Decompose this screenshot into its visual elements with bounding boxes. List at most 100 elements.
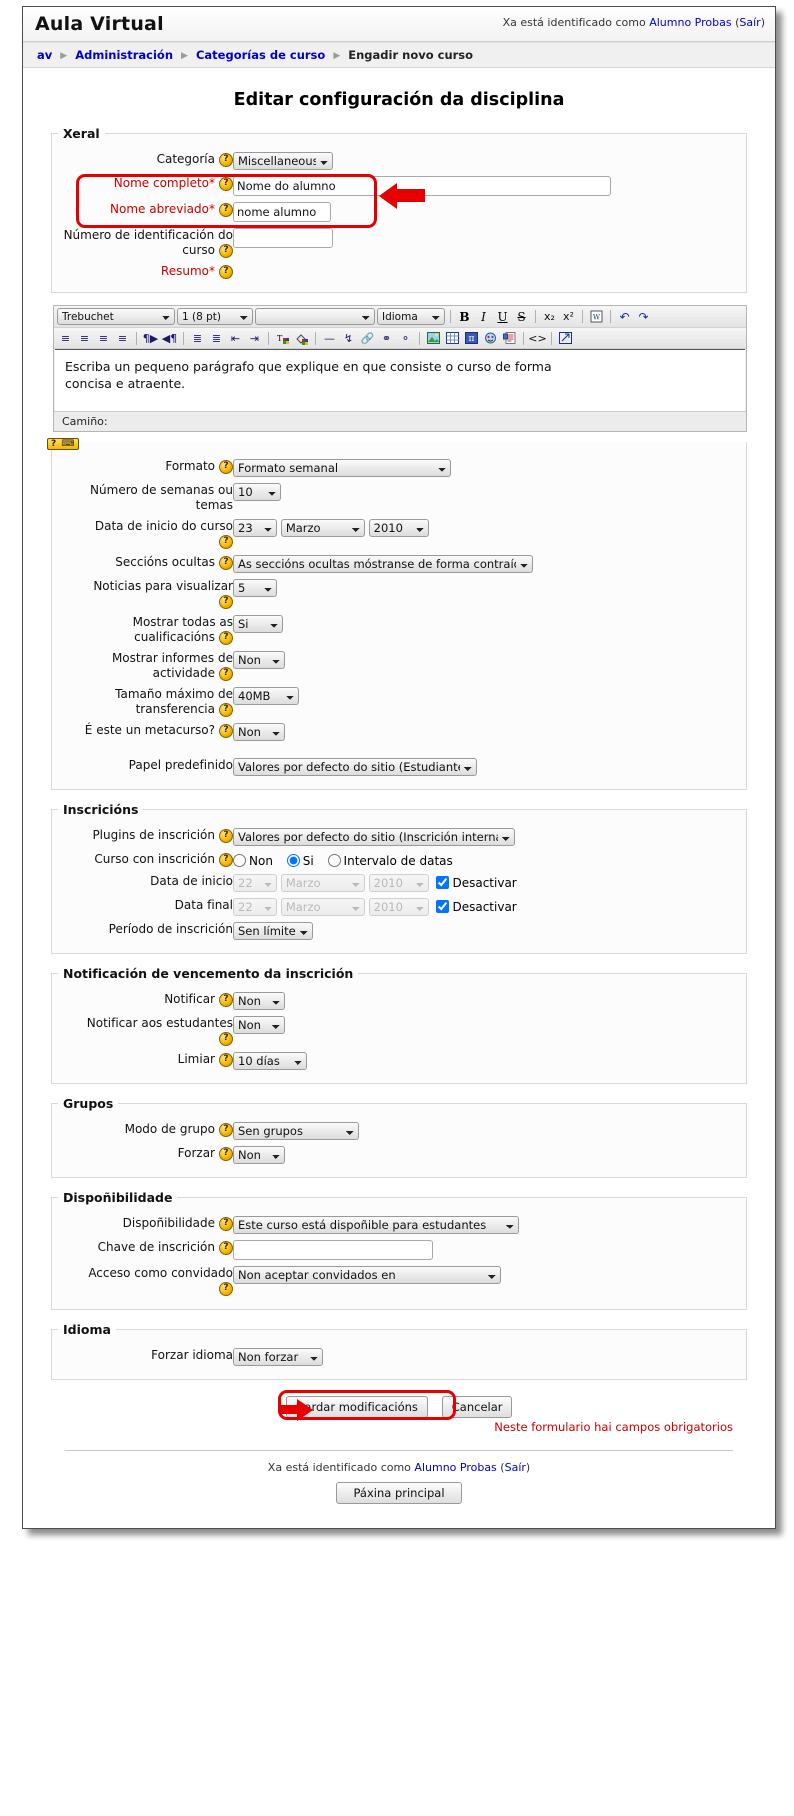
select-modo-grupo[interactable]: Sen grupos — [233, 1122, 359, 1140]
help-icon[interactable]: ? — [219, 1146, 233, 1161]
help-icon[interactable]: ? — [219, 202, 233, 217]
background-color-icon[interactable] — [293, 330, 310, 346]
help-icon[interactable]: ? — [219, 264, 233, 279]
font-color-icon[interactable]: T — [274, 330, 291, 346]
input-nome-completo[interactable] — [233, 176, 611, 196]
footer-logout-link[interactable]: Saír — [505, 1461, 526, 1474]
underline-icon[interactable]: U — [494, 309, 511, 325]
select-limiar[interactable]: 10 días — [233, 1052, 307, 1070]
superscript-icon[interactable]: x² — [560, 309, 577, 325]
help-icon[interactable]: ? — [219, 243, 233, 258]
summary-textarea[interactable]: Escriba un pequeno parágrafo que expliqu… — [55, 349, 745, 411]
select-forzar-grupo[interactable]: Non — [233, 1146, 285, 1164]
direction-rtl-icon[interactable]: ◀¶ — [161, 330, 178, 346]
select-formato[interactable]: Formato semanal — [233, 459, 451, 477]
user-profile-link[interactable]: Alumno Probas — [649, 16, 731, 29]
select-noticias[interactable]: 5 — [233, 579, 277, 597]
input-chave-inscricion[interactable] — [233, 1240, 433, 1260]
select-forzar-idioma[interactable]: Non forzar — [233, 1348, 323, 1366]
select-plugins-inscricion[interactable]: Valores por defecto do sitio (Inscrición… — [233, 828, 515, 846]
select-disponibilidade[interactable]: Este curso está dispoñible para estudant… — [233, 1216, 519, 1234]
align-justify-icon[interactable]: ≡ — [114, 330, 131, 346]
radio-label-si[interactable]: Si — [286, 854, 314, 868]
help-icon[interactable]: ? — [219, 992, 233, 1007]
select-font-family[interactable]: Trebuchet — [57, 308, 175, 325]
select-acceso-convidado[interactable]: Non aceptar convidados en — [233, 1266, 501, 1284]
select-cualificacions[interactable]: Si — [233, 615, 283, 633]
bold-icon[interactable]: B — [456, 309, 473, 325]
select-font-size[interactable]: 1 (8 pt) — [177, 308, 253, 325]
align-center-icon[interactable]: ≡ — [76, 330, 93, 346]
home-button[interactable]: Páxina principal — [336, 1482, 462, 1504]
help-icon[interactable]: ? — [219, 1122, 233, 1137]
help-icon[interactable]: ? — [219, 666, 233, 681]
breadcrumb-item-av[interactable]: av — [37, 48, 52, 62]
help-icon[interactable]: ? — [219, 534, 233, 549]
strikethrough-icon[interactable]: S — [513, 309, 530, 325]
insert-link-icon[interactable]: 🔗 — [359, 330, 376, 346]
select-metacurso[interactable]: Non — [233, 723, 285, 741]
breadcrumb-item-categorias[interactable]: Categorías de curso — [196, 48, 325, 62]
help-icon[interactable]: ? — [219, 1031, 233, 1046]
direction-ltr-icon[interactable]: ¶▶ — [142, 330, 159, 346]
save-button[interactable]: Gardar modificacións — [285, 1396, 428, 1418]
select-format-block[interactable] — [255, 308, 375, 325]
help-icon[interactable]: ? — [219, 1281, 233, 1296]
insert-formula-icon[interactable]: π — [463, 330, 480, 346]
help-icon[interactable]: ? — [219, 594, 233, 609]
align-left-icon[interactable]: ≡ — [57, 330, 74, 346]
insert-table-icon[interactable] — [444, 330, 461, 346]
help-icon[interactable]: ? — [219, 1052, 233, 1067]
undo-icon[interactable]: ↶ — [616, 309, 633, 325]
help-icon[interactable]: ? — [219, 555, 233, 570]
subscript-icon[interactable]: x₂ — [541, 309, 558, 325]
select-seccions-ocultas[interactable]: As seccións ocultas móstranse de forma c… — [233, 555, 533, 573]
align-right-icon[interactable]: ≡ — [95, 330, 112, 346]
select-insc-final-ano[interactable]: 2010 — [368, 898, 429, 916]
checkbox-label-desactivar-inicio[interactable]: Desactivar — [436, 876, 517, 890]
fullscreen-icon[interactable] — [557, 330, 574, 346]
horizontal-rule-icon[interactable]: — — [321, 330, 338, 346]
checkbox-desactivar-final[interactable] — [436, 900, 450, 913]
insert-file-icon[interactable] — [501, 330, 518, 346]
view-html-source-icon[interactable]: <> — [528, 330, 546, 346]
radio-si[interactable] — [286, 854, 300, 867]
help-icon[interactable]: ? — [219, 1216, 233, 1231]
help-icon[interactable]: ? — [219, 176, 233, 191]
checkbox-desactivar-inicio[interactable] — [436, 876, 450, 889]
radio-label-intervalo[interactable]: Intervalo de datas — [327, 854, 453, 868]
help-icon[interactable]: ? — [219, 152, 233, 167]
select-curso-mes[interactable]: Marzo — [280, 519, 365, 537]
footer-user-link[interactable]: Alumno Probas — [414, 1461, 496, 1474]
unordered-list-icon[interactable]: ≣ — [208, 330, 225, 346]
input-numero-id[interactable] — [233, 228, 333, 248]
anchor-icon[interactable]: ↯ — [340, 330, 357, 346]
input-nome-abreviado[interactable] — [233, 202, 331, 222]
breadcrumb-item-administracion[interactable]: Administración — [75, 48, 173, 62]
insert-image-icon[interactable] — [425, 330, 442, 346]
help-icon[interactable]: ? — [219, 702, 233, 717]
remove-link-icon[interactable]: ⚬ — [397, 330, 414, 346]
help-icon[interactable]: ? — [219, 459, 233, 474]
select-notificar[interactable]: Non — [233, 992, 285, 1010]
select-notificar-estudantes[interactable]: Non — [233, 1016, 285, 1034]
outdent-icon[interactable]: ⇤ — [227, 330, 244, 346]
select-tamano-maximo[interactable]: 40MB — [233, 687, 299, 705]
redo-icon[interactable]: ↷ — [635, 309, 652, 325]
checkbox-label-desactivar-final[interactable]: Desactivar — [436, 900, 517, 914]
select-language[interactable]: Idioma — [377, 308, 445, 325]
unlink-icon[interactable]: ⚭ — [378, 330, 395, 346]
help-icon[interactable]: ? — [219, 630, 233, 645]
cancel-button[interactable]: Cancelar — [441, 1396, 513, 1418]
keyboard-help-icon[interactable]: ? ⌨ — [47, 438, 80, 450]
select-papel-predefinido[interactable]: Valores por defecto do sitio (Estudiante… — [233, 758, 477, 776]
select-curso-dia[interactable]: 23 — [233, 519, 277, 537]
select-informes[interactable]: Non — [233, 651, 285, 669]
select-insc-final-mes[interactable]: Marzo — [280, 898, 365, 916]
select-insc-final-dia[interactable]: 22 — [233, 898, 277, 916]
radio-non[interactable] — [233, 854, 246, 867]
help-icon[interactable]: ? — [219, 852, 233, 867]
help-icon[interactable]: ? — [219, 723, 233, 738]
radio-intervalo-datas[interactable] — [327, 854, 341, 867]
italic-icon[interactable]: I — [475, 309, 492, 325]
